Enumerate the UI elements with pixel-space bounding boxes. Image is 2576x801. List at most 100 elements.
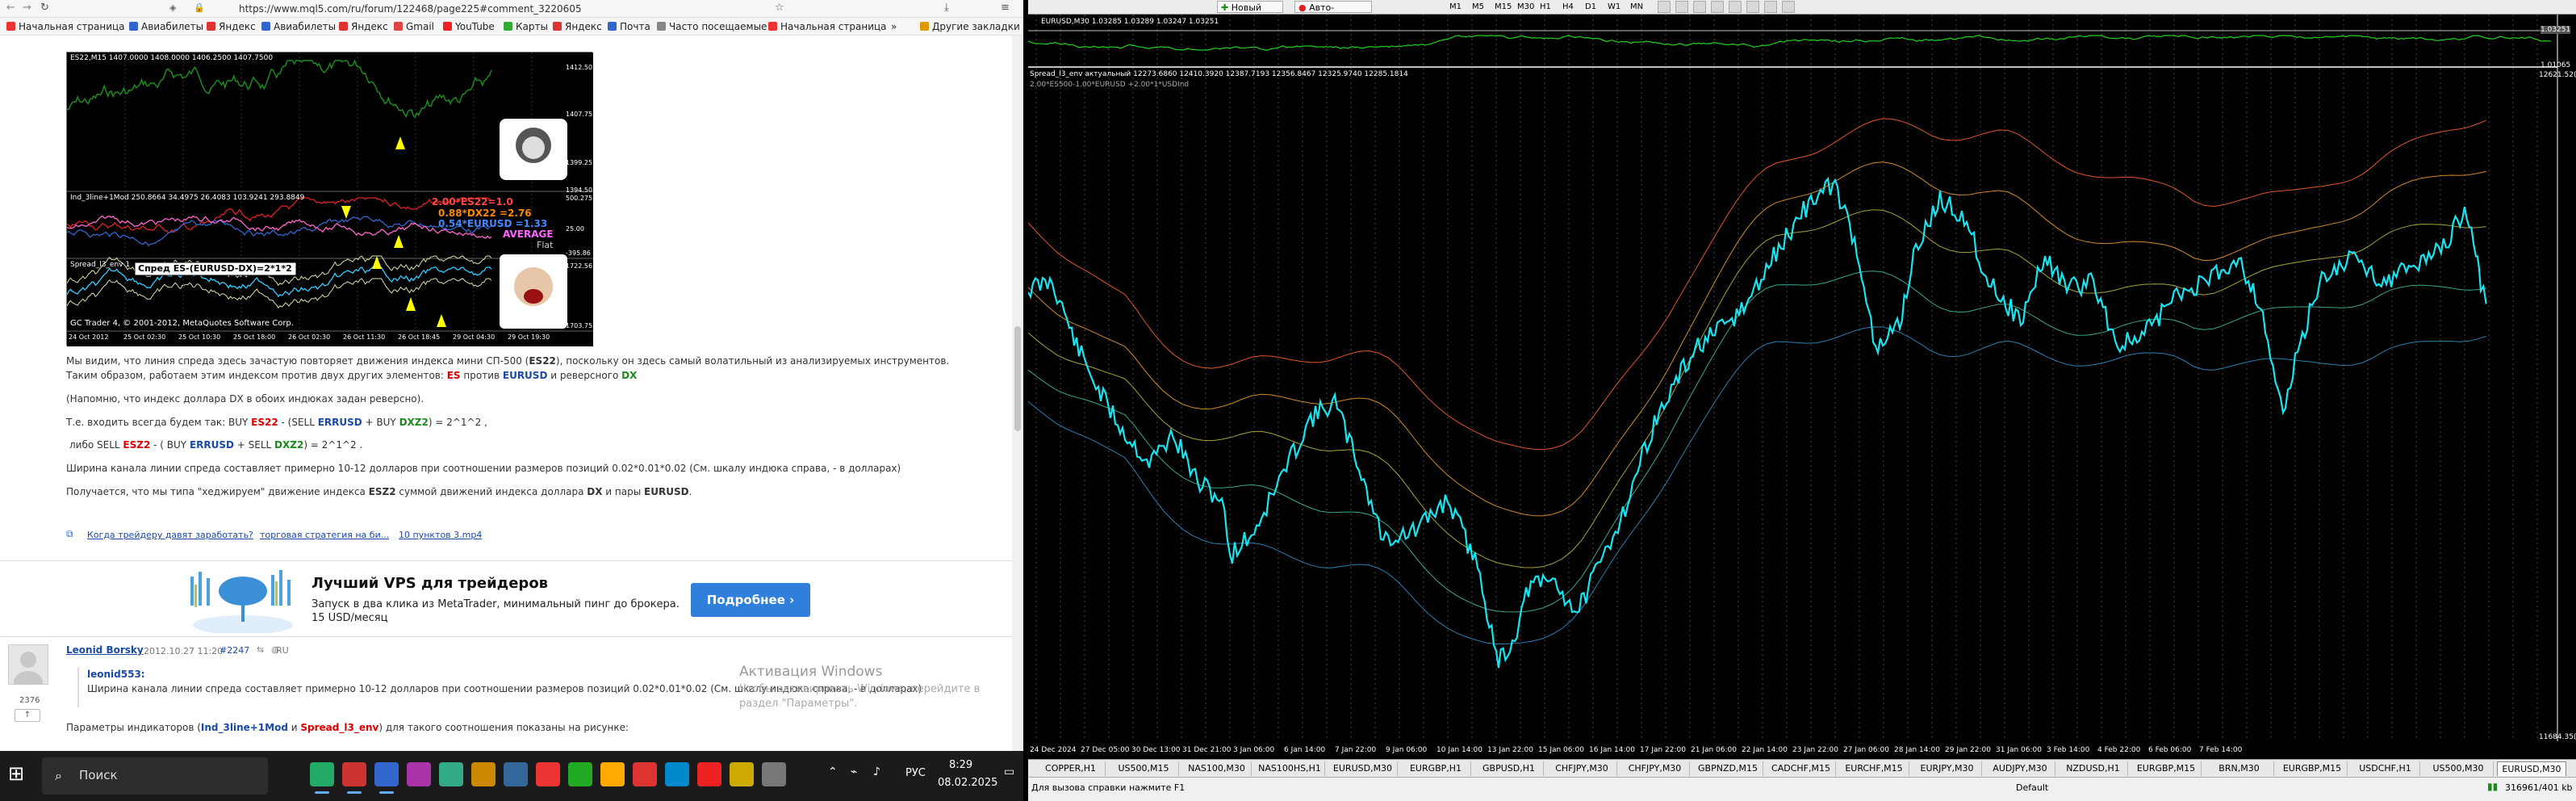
back-icon[interactable]: ← (6, 2, 15, 14)
file-explorer-icon[interactable] (600, 762, 625, 786)
taskbar-search-box[interactable]: ⌕ Поиск (42, 757, 268, 795)
clock-time[interactable]: 8:29 (949, 759, 972, 771)
app-icon[interactable] (762, 762, 786, 786)
reply-icon[interactable]: ⇆ (257, 644, 264, 655)
x-tick-label: 31 Dec 21:00 (1182, 746, 1232, 754)
templates-icon[interactable] (1782, 1, 1795, 13)
bookmark-item[interactable]: Авиабилеты (261, 21, 336, 32)
chart-tab[interactable]: EURGBP,M15 (2278, 761, 2348, 776)
chart-tab[interactable]: US500,M30 (2424, 761, 2494, 776)
windows-start-icon[interactable]: ⊞ (8, 762, 24, 785)
download-icon[interactable]: ⤓ (944, 2, 949, 14)
star-icon[interactable]: ☆ (775, 2, 784, 14)
timeframe-d1[interactable]: D1 (1585, 1, 1596, 13)
crosshair-icon[interactable] (1658, 1, 1671, 13)
related-link-3[interactable]: 10 пунктов 3.mp4 (399, 530, 482, 540)
bookmark-item[interactable]: Другие закладки (920, 21, 1020, 32)
volume-icon[interactable]: ♪ (873, 765, 880, 778)
chart-tab[interactable]: EURGBP,H1 (1402, 761, 1471, 776)
grid-icon[interactable] (1711, 1, 1724, 13)
bookmark-item[interactable]: Яндекс (553, 21, 602, 32)
autoscroll-icon[interactable] (1729, 1, 1742, 13)
upvote-button[interactable]: ↑ (15, 709, 40, 722)
bookmark-item[interactable]: Начальная страница (768, 21, 887, 32)
edge-icon[interactable] (697, 762, 721, 786)
chart-tab[interactable]: GBPUSD,H1 (1474, 761, 1544, 776)
bookmark-item[interactable]: Авиабилеты (129, 21, 203, 32)
forward-icon[interactable]: → (23, 2, 31, 14)
chart-tab[interactable]: EURCHF,M15 (1840, 761, 1909, 776)
related-link-2[interactable]: торговая стратегия на би... (260, 530, 389, 540)
notification-icon[interactable]: ▭ (1004, 765, 1014, 778)
timeframe-m1[interactable]: M1 (1449, 1, 1462, 13)
bookmark-item[interactable]: Почта (608, 21, 650, 32)
chart-tab[interactable]: NAS100,M30 (1182, 761, 1252, 776)
chart-tab[interactable]: USDCHF,H1 (2351, 761, 2420, 776)
related-link-1[interactable]: Когда трейдеру давят заработать? (87, 530, 253, 540)
chart-tab[interactable]: NAS100HS,H1 (1256, 761, 1325, 776)
avatar[interactable] (8, 644, 48, 694)
trading-icon[interactable] (568, 762, 592, 786)
scrollbar-thumb[interactable] (1014, 326, 1021, 431)
new-order-button[interactable]: ✚ Новый ордер (1217, 1, 1283, 25)
chart-app-icon[interactable] (504, 762, 528, 786)
scrollbar[interactable] (1012, 36, 1023, 751)
url-text[interactable]: https://www.mql5.com/ru/forum/122468/pag… (239, 3, 582, 15)
timeframe-m15[interactable]: M15 (1495, 1, 1512, 13)
chart-app-icon[interactable] (342, 762, 366, 794)
taskbar: ⊞ ⌕ Поиск ⌃ ⌁ ♪ РУС 8:29 08.02.2025 ▭ (0, 751, 1023, 801)
post-number[interactable]: #2247 (220, 645, 249, 656)
tray-chevron-icon[interactable]: ⌃ (828, 765, 838, 778)
clock-date[interactable]: 08.02.2025 (938, 777, 997, 789)
folder-icon[interactable] (665, 762, 689, 786)
zoom-out-icon[interactable] (1693, 1, 1706, 13)
chart-app-icon[interactable] (374, 762, 399, 794)
timeframe-m5[interactable]: M5 (1472, 1, 1484, 13)
terminal-icon[interactable] (536, 762, 560, 786)
indicators-icon[interactable] (1764, 1, 1777, 13)
timeframe-h4[interactable]: H4 (1562, 1, 1574, 13)
chart-tab[interactable]: GBPNZD,M15 (1694, 761, 1763, 776)
chart-tab[interactable]: EURUSD,M30 (1328, 761, 1398, 776)
timeframe-mn[interactable]: MN (1630, 1, 1643, 13)
chart-tab[interactable]: COPPER,H1 (1036, 761, 1106, 776)
bookmark-item[interactable]: Начальная страница (6, 21, 125, 32)
chart-copyright: GC Trader 4, © 2001-2012, MetaQuotes Sof… (70, 319, 294, 328)
timeframe-m30[interactable]: M30 (1517, 1, 1534, 13)
bookmark-item[interactable]: Часто посещаемые (657, 21, 767, 32)
quote-author[interactable]: leonid553: (87, 669, 145, 680)
shift-icon[interactable] (1746, 1, 1759, 13)
chart-tab[interactable]: BRN,M30 (2205, 761, 2274, 776)
chart-app-icon[interactable] (471, 762, 496, 786)
chart-tab[interactable]: EURGBP,M15 (2132, 761, 2202, 776)
author-name[interactable]: Leonid Borsky (66, 644, 144, 656)
chart-tab[interactable]: CADCHF,M15 (1767, 761, 1836, 776)
bookmark-item[interactable]: YouTube (443, 21, 495, 32)
bookmark-item[interactable]: Яндекс (339, 21, 388, 32)
timeframe-w1[interactable]: W1 (1608, 1, 1620, 13)
bookmark-item[interactable]: Карты (504, 21, 548, 32)
chart-tab[interactable]: CHFJPY,M30 (1548, 761, 1617, 776)
timeframe-h1[interactable]: H1 (1540, 1, 1551, 13)
reload-icon[interactable]: ↻ (40, 2, 49, 14)
ad-more-button[interactable]: Подробнее › (691, 583, 810, 617)
chart-app-icon[interactable] (407, 762, 431, 786)
bookmark-item[interactable]: » (891, 21, 897, 32)
record-icon[interactable] (730, 762, 754, 786)
menu-icon[interactable]: ≡ (1001, 2, 1010, 14)
chart-tab[interactable]: EURJPY,M30 (1913, 761, 1982, 776)
chart-tab[interactable]: US500,M15 (1110, 761, 1179, 776)
chart-tab[interactable]: CHFJPY,M30 (1620, 761, 1690, 776)
chart-tab[interactable]: AUDJPY,M30 (1986, 761, 2055, 776)
language-indicator[interactable]: РУС (905, 767, 926, 779)
auto-trading-button[interactable]: ● Авто-торговля (1294, 1, 1372, 25)
bookmark-item[interactable]: Gmail (394, 21, 434, 32)
bookmark-item[interactable]: Яндекс (207, 21, 256, 32)
chart-tab[interactable]: EURUSD,M30 (2497, 761, 2566, 776)
firefox-icon[interactable] (633, 762, 657, 786)
chart-app-icon[interactable] (310, 762, 334, 794)
network-icon[interactable]: ⌁ (851, 765, 857, 778)
zoom-in-icon[interactable] (1675, 1, 1688, 13)
chart-app-icon[interactable] (439, 762, 463, 786)
chart-tab[interactable]: NZDUSD,H1 (2059, 761, 2128, 776)
